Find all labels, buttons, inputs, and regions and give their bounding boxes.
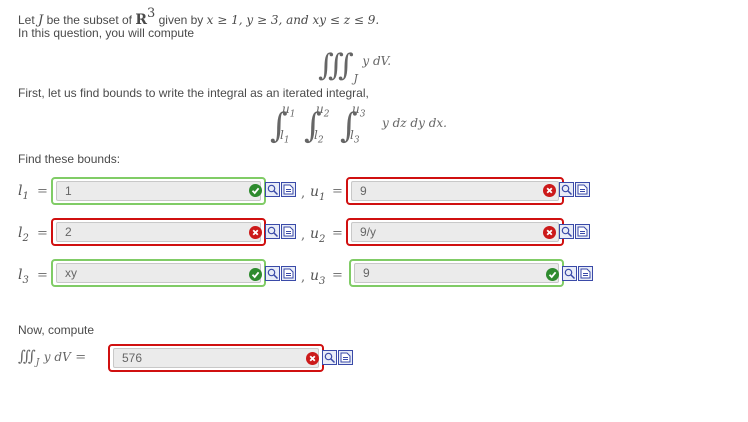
cross-icon [249, 226, 262, 239]
bound-label: l2 [18, 225, 29, 244]
syntax-help-icon[interactable] [281, 182, 296, 197]
syntax-help-icon[interactable] [575, 182, 590, 197]
preview-icon[interactable] [265, 224, 280, 239]
final-answer-field [108, 344, 324, 372]
intro-line-1: Let J be the subset of R3 given by x ≥ 1… [18, 6, 380, 28]
bound-label: l1 [18, 183, 29, 202]
comma-separator: , [301, 228, 306, 243]
comma-separator: , [301, 186, 306, 201]
bound-l1-field [51, 177, 266, 205]
first-text: First, let us find bounds to write the i… [18, 86, 369, 100]
bound-l2-input[interactable] [56, 222, 261, 242]
equals-sign: = [37, 184, 48, 199]
display-integral: ∭J y dV. [318, 48, 392, 86]
bound-l1-input[interactable] [56, 181, 261, 201]
cross-icon [306, 352, 319, 365]
preview-icon[interactable] [559, 182, 574, 197]
syntax-help-icon[interactable] [578, 266, 593, 281]
equals-sign: = [332, 268, 343, 283]
preview-icon[interactable] [562, 266, 577, 281]
bound-label: u3 [310, 268, 326, 287]
bound-label: u2 [310, 226, 326, 245]
equals-sign: = [332, 226, 343, 241]
bound-label: l3 [18, 267, 29, 286]
find-text: Find these bounds: [18, 152, 121, 166]
bound-u2-field [346, 218, 564, 246]
comma-separator: , [301, 270, 306, 285]
equals-sign: = [37, 268, 48, 283]
bound-u1-field [346, 177, 564, 205]
cross-icon [543, 184, 556, 197]
syntax-help-icon[interactable] [281, 224, 296, 239]
bound-u3-input[interactable] [354, 263, 559, 283]
preview-icon[interactable] [322, 350, 337, 365]
preview-icon[interactable] [265, 182, 280, 197]
preview-icon[interactable] [559, 224, 574, 239]
equals-sign: = [37, 226, 48, 241]
bound-u3-field [349, 259, 564, 287]
cross-icon [543, 226, 556, 239]
syntax-help-icon[interactable] [338, 350, 353, 365]
bound-l2-field [51, 218, 266, 246]
preview-icon[interactable] [265, 266, 280, 281]
final-integral-label: ∭J y dV = [18, 347, 87, 369]
check-icon [546, 268, 559, 281]
check-icon [249, 184, 262, 197]
syntax-help-icon[interactable] [575, 224, 590, 239]
iterated-integral: ∫ u1 l1 ∫ u2 l2 ∫ u3 l3 y dz dy dx. [270, 102, 447, 146]
final-answer-input[interactable] [113, 348, 319, 368]
bound-u2-input[interactable] [351, 222, 559, 242]
bound-u1-input[interactable] [351, 181, 559, 201]
bound-l3-field [51, 259, 266, 287]
check-icon [249, 268, 262, 281]
bound-label: u1 [310, 184, 326, 203]
syntax-help-icon[interactable] [281, 266, 296, 281]
bound-l3-input[interactable] [56, 263, 261, 283]
now-text: Now, compute [18, 323, 95, 337]
intro-line-2: In this question, you will compute [18, 26, 195, 40]
equals-sign: = [332, 184, 343, 199]
